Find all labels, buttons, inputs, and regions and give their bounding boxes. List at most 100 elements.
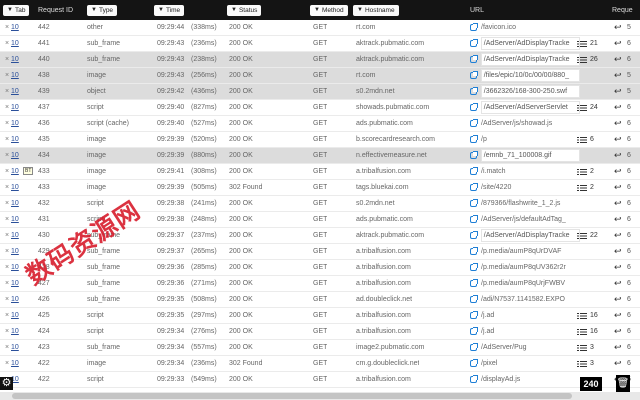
url-cell[interactable]: /site/4220 <box>470 180 580 195</box>
tab-link[interactable]: 10 <box>11 68 19 83</box>
replay-icon[interactable]: ↩ <box>614 196 622 211</box>
url-text[interactable]: /emnb_71_100008.gif <box>480 149 580 162</box>
close-icon[interactable]: × <box>5 100 9 115</box>
filter-hostname-button[interactable]: ▼ Hostname <box>353 4 399 16</box>
close-icon[interactable]: × <box>5 356 9 371</box>
external-link-icon[interactable] <box>470 23 478 31</box>
replay-icon[interactable]: ↩ <box>614 356 622 371</box>
url-cell[interactable]: /displayAd.js <box>470 372 580 387</box>
replay-icon[interactable]: ↩ <box>614 340 622 355</box>
close-icon[interactable]: × <box>5 116 9 131</box>
replay-icon[interactable]: ↩ <box>614 308 622 323</box>
close-icon[interactable]: × <box>5 84 9 99</box>
filter-method-button[interactable]: ▼ Method <box>310 4 348 16</box>
table-row[interactable]: × 10 432 script 09:29:38 (241ms) 200 OK GET s0.2… <box>0 196 640 212</box>
replay-icon[interactable]: ↩ <box>614 68 622 83</box>
tab-link[interactable]: 10 <box>11 196 19 211</box>
tab-link[interactable]: 10 <box>11 164 19 179</box>
close-icon[interactable]: × <box>5 36 9 51</box>
external-link-icon[interactable] <box>470 359 478 367</box>
external-link-icon[interactable] <box>470 103 478 111</box>
table-row[interactable]: × 10 438 image 09:29:43 (256ms) 200 OK GET rt.co… <box>0 68 640 84</box>
tab-link[interactable]: 10 <box>11 180 19 195</box>
url-text[interactable]: /p <box>481 132 487 147</box>
tab-link[interactable]: 10 <box>11 116 19 131</box>
url-cell[interactable]: /AdServer/AdDisplayTracke <box>470 36 580 51</box>
list-icon[interactable] <box>577 137 587 143</box>
url-cell[interactable]: /p <box>470 132 580 147</box>
url-cell[interactable]: /files/epic/10/0c/00/00/880_ <box>470 68 580 83</box>
url-text[interactable]: /AdServer/AdServerServlet <box>480 101 580 114</box>
table-row[interactable]: × 10 423 sub_frame 09:29:34 (557ms) 200 OK GET i… <box>0 340 640 356</box>
tab-link[interactable]: 10 <box>11 212 19 227</box>
url-cell[interactable]: /AdServer/js/showad.js <box>470 116 580 131</box>
external-link-icon[interactable] <box>470 151 478 159</box>
table-row[interactable]: × 10 435 image 09:29:39 (520ms) 200 OK GET b.sco… <box>0 132 640 148</box>
url-text[interactable]: /i.match <box>481 164 506 179</box>
external-link-icon[interactable] <box>470 39 478 47</box>
list-icon[interactable] <box>577 169 587 175</box>
tab-link[interactable]: 10 <box>11 228 19 243</box>
close-icon[interactable]: × <box>5 20 9 35</box>
external-link-icon[interactable] <box>470 71 478 79</box>
close-icon[interactable]: × <box>5 52 9 67</box>
tab-link[interactable]: 10 <box>11 84 19 99</box>
list-icon[interactable] <box>577 345 587 351</box>
url-text[interactable]: /AdServer/js/showad.js <box>481 116 552 131</box>
url-cell[interactable]: /p.media/aumP8qUrDVAF <box>470 244 580 259</box>
url-cell[interactable]: /879366/flashwrite_1_2.js <box>470 196 580 211</box>
table-row[interactable]: ×10422script09:29:33(549ms)200 OKGETa.tr… <box>0 372 640 388</box>
list-icon[interactable] <box>577 313 587 319</box>
url-text[interactable]: /3662326/168-300-250.swf <box>480 85 580 98</box>
filter-time-button[interactable]: ▼ Time <box>154 4 185 16</box>
url-text[interactable]: /site/4220 <box>481 180 511 195</box>
external-link-icon[interactable] <box>470 119 478 127</box>
filter-type-button[interactable]: ▼ Type <box>87 4 118 16</box>
table-row[interactable]: × 10 424 script 09:29:34 (276ms) 200 OK GET a.tr… <box>0 324 640 340</box>
url-text[interactable]: /p.media/aumP8qUrjFWBV <box>481 276 565 291</box>
replay-icon[interactable]: ↩ <box>614 164 622 179</box>
url-text[interactable]: /AdServer/AdDisplayTracke <box>480 37 580 50</box>
request-id-header[interactable]: Request ID <box>38 0 73 20</box>
replay-icon[interactable]: ↩ <box>614 52 622 67</box>
requests-header[interactable]: Reque <box>612 0 633 20</box>
external-link-icon[interactable] <box>470 167 478 175</box>
table-row[interactable]: × 10 436 script (cache) 09:29:40 (527ms) 200 O… <box>0 116 640 132</box>
list-icon[interactable] <box>577 233 587 239</box>
external-link-icon[interactable] <box>470 311 478 319</box>
url-cell[interactable]: /j.ad <box>470 308 580 323</box>
tab-link[interactable]: 10 <box>11 340 19 355</box>
table-row[interactable]: × 10 441 sub_frame 09:29:43 (236ms) 200 OK GET a… <box>0 36 640 52</box>
url-text[interactable]: /files/epic/10/0c/00/00/880_ <box>480 69 580 82</box>
replay-icon[interactable]: ↩ <box>614 260 622 275</box>
url-cell[interactable]: /AdServer/Pug <box>470 340 580 355</box>
list-icon[interactable] <box>577 329 587 335</box>
url-text[interactable]: /adi/N7537.1141582.EXPO <box>481 292 565 307</box>
url-text[interactable]: /AdServer/AdDisplayTracke <box>480 53 580 66</box>
url-header[interactable]: URL <box>470 0 484 20</box>
scrollbar-thumb[interactable] <box>12 393 572 399</box>
replay-icon[interactable]: ↩ <box>614 148 622 163</box>
close-icon[interactable]: × <box>5 276 9 291</box>
url-cell[interactable]: /p.media/aumP8qUrjFWBV <box>470 276 580 291</box>
close-icon[interactable]: × <box>5 196 9 211</box>
list-icon[interactable] <box>577 185 587 191</box>
table-row[interactable]: × 10 440 sub_frame 09:29:43 (238ms) 200 OK GET a… <box>0 52 640 68</box>
close-icon[interactable]: × <box>5 180 9 195</box>
external-link-icon[interactable] <box>470 375 478 383</box>
replay-icon[interactable]: ↩ <box>614 116 622 131</box>
url-text[interactable]: /pixel <box>481 356 497 371</box>
url-text[interactable]: /879366/flashwrite_1_2.js <box>481 196 560 211</box>
replay-icon[interactable]: ↩ <box>614 36 622 51</box>
replay-icon[interactable]: ↩ <box>614 292 622 307</box>
table-row[interactable]: × 10 422 image 09:29:34 (236ms) 302 Found GET cm… <box>0 356 640 372</box>
filter-hostname[interactable]: ▼ Hostname <box>353 0 403 20</box>
tab-link[interactable]: 10 <box>11 276 19 291</box>
url-cell[interactable]: /AdServer/AdDisplayTracke <box>470 52 580 67</box>
table-row[interactable]: × 10 428 sub_frame 09:29:36 (285ms) 200 OK GET a… <box>0 260 640 276</box>
url-text[interactable]: /j.ad <box>481 324 494 339</box>
list-icon[interactable] <box>577 105 587 111</box>
table-row[interactable]: × 10 426 sub_frame 09:29:35 (508ms) 200 OK GET a… <box>0 292 640 308</box>
url-cell[interactable]: /p.media/aumP8qUV362r2r <box>470 260 580 275</box>
table-row[interactable]: × 10 442 other 09:29:44 (338ms) 200 OK GET rt.co… <box>0 20 640 36</box>
